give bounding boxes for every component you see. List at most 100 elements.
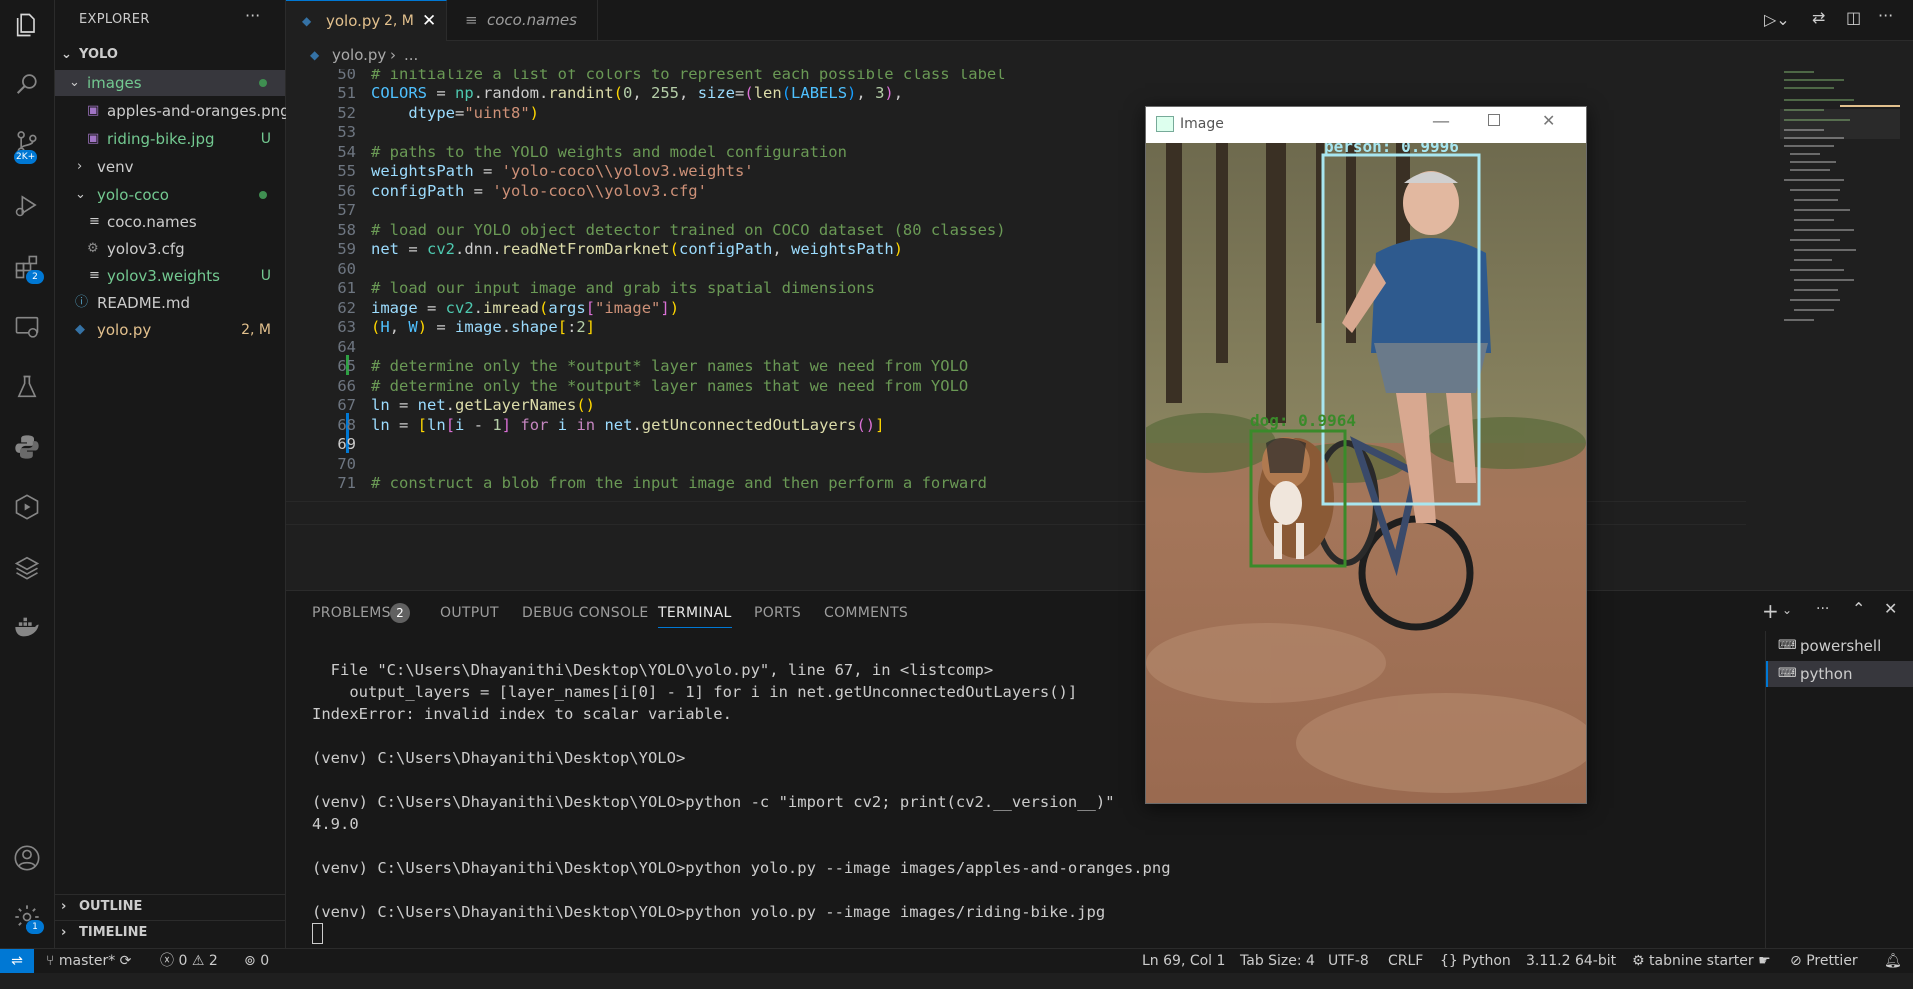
image-file-icon: ▣ [87, 131, 100, 146]
remote-explorer-icon[interactable] [12, 312, 42, 342]
cursor-position[interactable]: Ln 69, Col 1 [1142, 949, 1225, 973]
line-number: 60 [337, 260, 356, 278]
run-debug-icon[interactable] [12, 190, 42, 220]
problems-indicator[interactable]: ⓧ 0 ⚠ 2 [160, 949, 218, 973]
code-line: # determine only the *output* layer name… [371, 377, 969, 395]
tab-problems[interactable]: PROBLEMS [312, 605, 391, 621]
extension-view-icon[interactable] [12, 492, 42, 522]
notifications-bell-icon[interactable]: 🔔︎ [1884, 949, 1902, 973]
chevron-right-icon: › [61, 925, 67, 940]
image-window-titlebar[interactable]: Image — ✕ [1146, 107, 1586, 143]
tab-yolo-py[interactable]: ◆ yolo.py 2, M ✕ [286, 0, 447, 41]
split-editor-icon[interactable]: ◫ [1846, 8, 1861, 27]
line-number: 55 [337, 162, 356, 180]
chevron-down-icon[interactable]: ⌄ [1782, 603, 1792, 617]
explorer-icon[interactable] [12, 10, 42, 40]
more-actions-icon[interactable]: ··· [1816, 601, 1829, 617]
tree-item-apples-and-oranges[interactable]: ▣ apples-and-oranges.png [55, 98, 290, 124]
tab-comments[interactable]: COMMENTS [824, 605, 908, 621]
tab-size[interactable]: Tab Size: 4 [1240, 949, 1315, 973]
problems-count-badge: 2 [390, 603, 410, 623]
tree-item-images[interactable]: ⌄ images [55, 70, 285, 96]
chevron-right-icon: › [61, 899, 67, 914]
terminal-item-powershell[interactable]: ⌨ powershell [1766, 633, 1913, 659]
untracked-decoration: U [260, 268, 271, 284]
language-mode[interactable]: {} Python [1440, 949, 1511, 973]
code-line: image = cv2.imread(args["image"]) [371, 299, 680, 317]
code-line: configPath = 'yolo-coco\\yolov3.cfg' [371, 182, 707, 200]
scm-badge: 2K+ [14, 150, 38, 164]
terminal-line: (venv) C:\Users\Dhayanithi\Desktop\YOLO>… [312, 859, 1171, 877]
close-panel-icon[interactable]: ✕ [1884, 599, 1897, 618]
warning-icon: ⚠ [191, 953, 209, 969]
breadcrumb: ◆ yolo.py › ... [286, 41, 1746, 69]
tree-item-yolov3-weights[interactable]: ≡ yolov3.weights U [55, 263, 285, 289]
tab-coco-names[interactable]: ≡ coco.names [447, 0, 598, 40]
line-number: 64 [337, 338, 356, 356]
prettier-status[interactable]: ⊘ Prettier [1790, 949, 1858, 973]
status-bar: ⇌ ⑂ master* ⟳ ⓧ 0 ⚠ 2 ⊚ 0 Ln 69, Col 1 T… [0, 948, 1913, 973]
chevron-down-icon: ⌄ [61, 47, 72, 62]
line-number: 58 [337, 221, 356, 239]
docker-icon[interactable] [12, 612, 42, 642]
line-number: 62 [337, 299, 356, 317]
workspace-root[interactable]: ⌄ YOLO [55, 42, 285, 68]
python-icon[interactable] [12, 432, 42, 462]
terminal-output[interactable]: File "C:\Users\Dhayanithi\Desktop\YOLO\y… [312, 659, 1171, 989]
minimap[interactable] [1780, 69, 1900, 589]
code-line: COLORS = np.random.randint(0, 255, size=… [371, 84, 904, 102]
run-file-icon[interactable]: ▷⌄ [1764, 10, 1790, 29]
chevron-down-icon: ⌄ [75, 187, 86, 202]
image-window[interactable]: Image — ✕ person: 0.9996 dog: 0.9964 [1145, 106, 1587, 804]
tab-ports[interactable]: PORTS [754, 605, 801, 621]
tree-item-riding-bike[interactable]: ▣ riding-bike.jpg U [55, 126, 285, 152]
line-ending[interactable]: CRLF [1388, 949, 1423, 973]
terminal-icon: ⌨ [1778, 666, 1797, 681]
maximize-panel-icon[interactable]: ⌃ [1852, 599, 1865, 618]
accounts-icon[interactable] [12, 843, 42, 873]
line-number: 50 [337, 69, 356, 83]
branch-indicator[interactable]: ⑂ master* ⟳ [46, 949, 131, 973]
testing-icon[interactable] [12, 372, 42, 402]
encoding[interactable]: UTF-8 [1328, 949, 1369, 973]
tab-terminal[interactable]: TERMINAL [658, 605, 732, 628]
tree-item-yolo-py[interactable]: ◆ yolo.py 2, M [55, 317, 285, 343]
line-number: 67 [337, 396, 356, 414]
tree-item-readme[interactable]: ⓘ README.md [55, 290, 285, 316]
breadcrumb-symbol[interactable]: ... [404, 41, 418, 69]
ports-indicator[interactable]: ⊚ 0 [244, 949, 269, 973]
layers-icon[interactable] [12, 552, 42, 582]
tree-item-coco-names[interactable]: ≡ coco.names [55, 209, 285, 235]
more-actions-icon[interactable]: ··· [1878, 6, 1893, 25]
python-interpreter[interactable]: 3.11.2 64-bit [1526, 949, 1616, 973]
close-icon[interactable]: ✕ [1542, 111, 1555, 130]
search-icon[interactable] [12, 70, 42, 100]
tree-item-venv[interactable]: › venv [55, 154, 285, 180]
close-icon[interactable]: ✕ [422, 1, 436, 41]
breadcrumb-file[interactable]: yolo.py [332, 41, 386, 69]
code-line: ln = net.getLayerNames() [371, 396, 596, 414]
tabnine-status[interactable]: ⚙ tabnine starter ☛ [1632, 949, 1771, 973]
extensions-badge: 2 [26, 270, 44, 284]
python-file-icon: ◆ [302, 14, 312, 28]
line-number: 69 [337, 435, 356, 453]
modified-decoration: 2, M [241, 322, 271, 338]
minimize-icon[interactable]: — [1432, 111, 1450, 132]
compare-changes-icon[interactable]: ⇄ [1812, 8, 1825, 27]
tree-item-yolov3-cfg[interactable]: ⚙ yolov3.cfg [55, 236, 285, 262]
tree-item-yolo-coco[interactable]: ⌄ yolo-coco [55, 182, 285, 208]
outline-section[interactable]: › OUTLINE [55, 894, 285, 919]
remote-indicator-icon[interactable]: ⇌ [0, 949, 34, 973]
untracked-decoration: U [260, 131, 271, 147]
chevron-down-icon: ⌄ [69, 75, 80, 90]
code-line: # determine only the *output* layer name… [371, 357, 969, 375]
terminal-item-python[interactable]: ⌨ python [1766, 661, 1913, 687]
new-terminal-icon[interactable]: + [1762, 599, 1779, 623]
more-actions-icon[interactable]: ··· [245, 6, 260, 25]
maximize-icon[interactable] [1488, 114, 1500, 126]
line-number: 53 [337, 123, 356, 141]
timeline-section[interactable]: › TIMELINE [55, 920, 285, 945]
tab-debug-console[interactable]: DEBUG CONSOLE [522, 605, 649, 621]
line-number: 68 [337, 416, 356, 434]
tab-output[interactable]: OUTPUT [440, 605, 499, 621]
